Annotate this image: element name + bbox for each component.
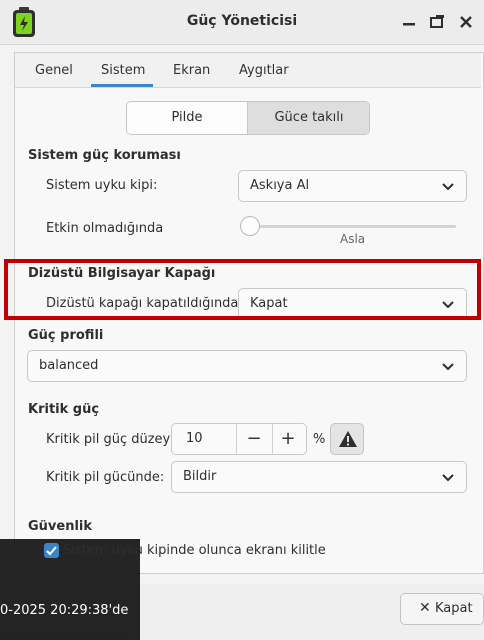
system-power-heading: Sistem güç koruması <box>28 148 181 163</box>
power-profile-select[interactable]: balanced <box>27 350 467 382</box>
warning-icon <box>339 431 357 447</box>
chevron-down-icon <box>442 183 454 191</box>
power-profile-heading: Güç profili <box>28 328 104 343</box>
plugged-in-button[interactable]: Güce takılı <box>247 102 369 134</box>
security-heading: Güvenlik <box>28 519 93 534</box>
lock-screen-checkbox[interactable] <box>44 543 59 558</box>
maximize-icon[interactable] <box>427 12 447 32</box>
sleep-mode-select[interactable]: Askıya Al <box>238 170 467 202</box>
close-window-icon[interactable] <box>456 12 476 32</box>
inactivity-slider-handle[interactable] <box>240 216 260 236</box>
tab-bar: Genel Sistem Ekran Aygıtlar <box>15 53 481 88</box>
critical-level-label: Kritik pil güç düzeyi: <box>46 432 179 447</box>
inactivity-slider-track[interactable] <box>250 225 456 228</box>
inactivity-label: Etkin olmadığında <box>46 221 164 236</box>
stepper-divider <box>272 424 273 454</box>
title-bar: Güç Yöneticisi <box>0 0 484 45</box>
sleep-mode-label: Sistem uyku kipi: <box>46 178 158 193</box>
tab-ekran[interactable]: Ekran <box>173 63 210 78</box>
percent-unit: % <box>313 432 326 447</box>
critical-action-select[interactable]: Bildir <box>171 461 467 493</box>
sleep-mode-value: Askıya Al <box>250 178 310 193</box>
chevron-down-icon <box>442 363 454 371</box>
increment-button[interactable]: + <box>276 429 300 449</box>
close-button-label: Kapat <box>435 601 473 616</box>
active-tab-indicator <box>91 84 153 87</box>
chevron-down-icon <box>442 474 454 482</box>
stepper-divider <box>236 424 237 454</box>
minimize-icon[interactable] <box>399 12 419 32</box>
inactivity-value: Asla <box>340 232 366 246</box>
power-source-toggle: Pilde Güce takılı <box>126 101 370 135</box>
decrement-button[interactable]: − <box>242 429 266 449</box>
overlay-timestamp: 0-2025 20:29:38'de <box>0 603 129 618</box>
close-button[interactable]: ✕ Kapat <box>400 593 484 625</box>
critical-action-label: Kritik pil gücünde: <box>46 470 165 485</box>
red-highlight-box <box>4 259 481 320</box>
power-profile-value: balanced <box>39 358 99 373</box>
checkmark-icon <box>46 546 57 556</box>
close-icon: ✕ <box>419 600 431 616</box>
on-battery-button[interactable]: Pilde <box>127 102 247 134</box>
warning-button[interactable] <box>330 423 364 455</box>
critical-level-stepper[interactable]: 10 − + <box>171 423 307 455</box>
critical-action-value: Bildir <box>183 469 217 484</box>
critical-level-value[interactable]: 10 <box>186 431 203 446</box>
lock-screen-label[interactable]: Sistem uyku kipinde olunca ekranı kilitl… <box>63 543 326 558</box>
tab-aygitlar[interactable]: Aygıtlar <box>239 63 289 78</box>
critical-power-heading: Kritik güç <box>28 402 100 417</box>
tab-sistem[interactable]: Sistem <box>101 63 145 78</box>
tab-genel[interactable]: Genel <box>35 63 73 78</box>
